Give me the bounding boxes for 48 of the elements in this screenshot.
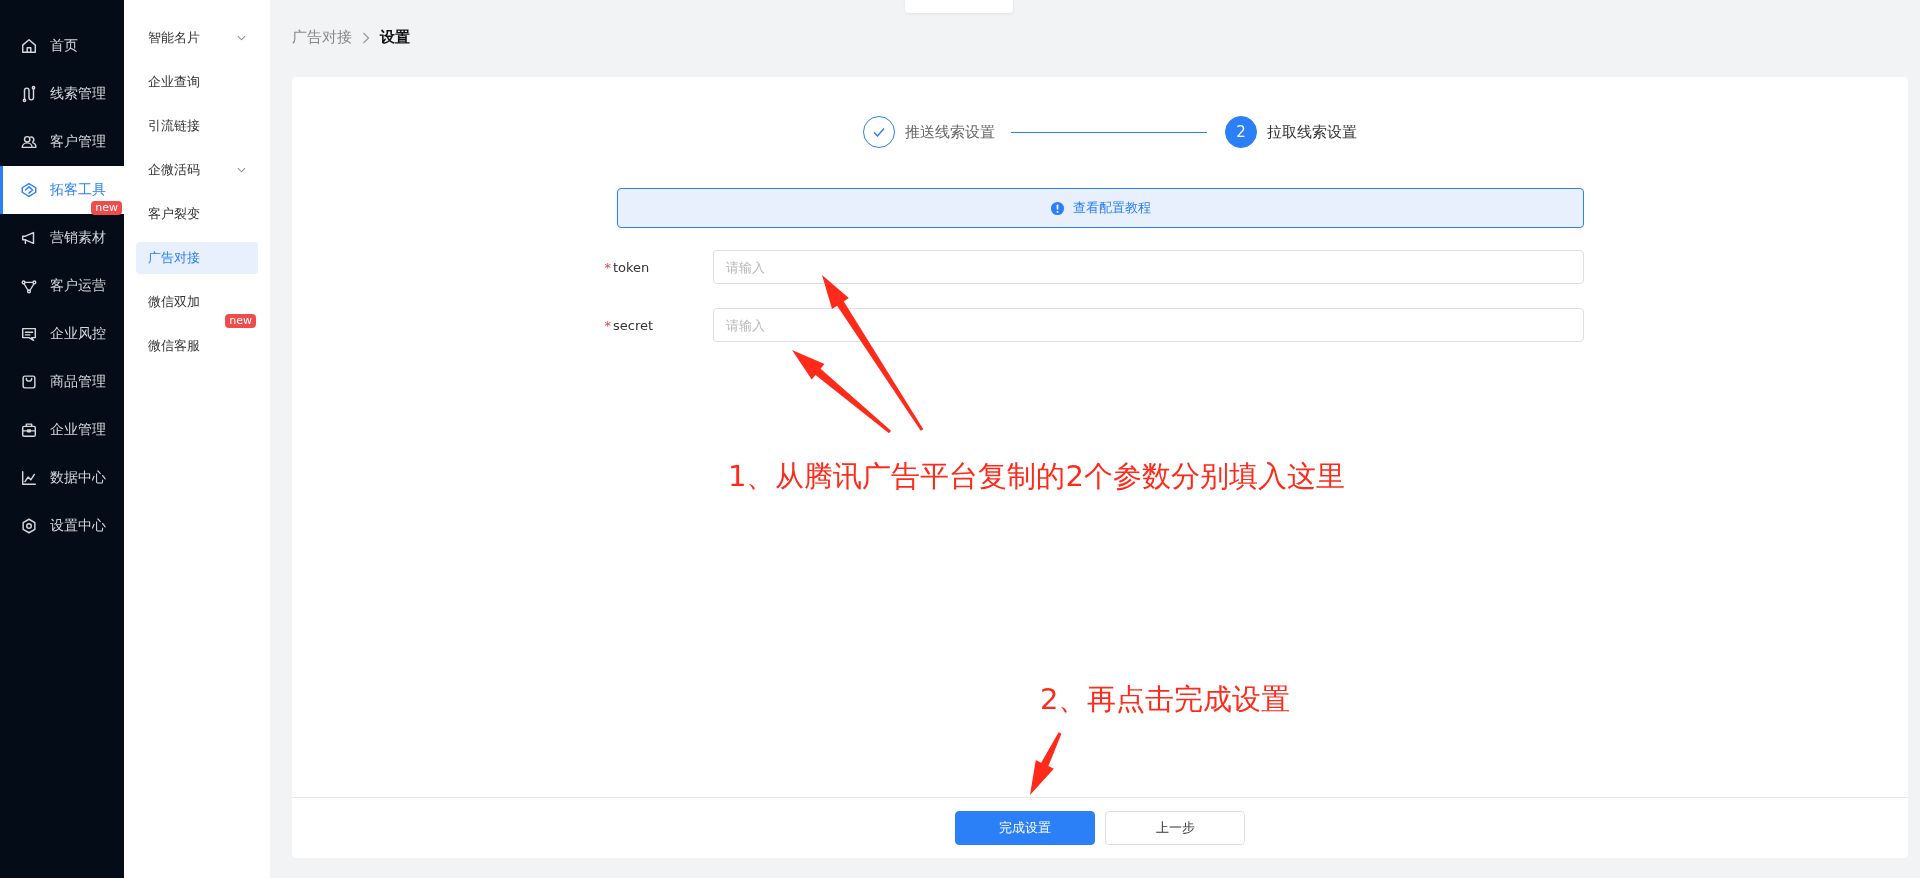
nodes-icon xyxy=(20,277,38,295)
settings-icon xyxy=(20,517,38,535)
step-label: 推送线索设置 xyxy=(905,122,995,142)
step-label: 拉取线索设置 xyxy=(1267,122,1357,142)
nav-item[interactable]: 设置中心 xyxy=(0,502,124,550)
step-indicator: 2 xyxy=(1225,116,1257,148)
field-label: secret xyxy=(613,317,654,333)
home-icon xyxy=(20,37,38,55)
annotation-text: 1、从腾讯广告平台复制的2个参数分别填入这里 xyxy=(728,458,1345,495)
chevron-down-icon xyxy=(237,35,246,41)
input-field[interactable]: 请输入 xyxy=(712,250,1584,284)
back-button[interactable]: 上一步 xyxy=(1105,811,1245,845)
route-icon xyxy=(20,85,38,103)
nav-item[interactable]: 数据中心 xyxy=(0,454,124,502)
annotation-arrow xyxy=(1030,732,1062,795)
nav-item[interactable]: 商品管理 xyxy=(0,358,124,406)
chevron-down-icon xyxy=(237,167,246,173)
nav-item[interactable]: 营销素材 xyxy=(0,214,124,262)
submenu-item[interactable]: 企业查询 xyxy=(136,66,258,98)
bag-icon xyxy=(20,373,38,391)
briefcase-icon xyxy=(20,421,38,439)
new-badge: new xyxy=(91,201,122,215)
field-label: token xyxy=(613,259,650,275)
nav-item[interactable]: 企业管理 xyxy=(0,406,124,454)
submenu-item[interactable]: 微信客服 xyxy=(136,330,258,362)
finish-button[interactable]: 完成设置 xyxy=(955,811,1095,845)
new-badge: new xyxy=(225,314,256,328)
nav-item[interactable]: 客户运营 xyxy=(0,262,124,310)
breadcrumb-item: 设置 xyxy=(380,28,410,47)
exclamation-icon xyxy=(1049,200,1065,216)
nav-item[interactable]: 首页 xyxy=(0,22,124,70)
submenu-item[interactable]: 引流链接 xyxy=(136,110,258,142)
nav-item[interactable]: 企业风控 xyxy=(0,310,124,358)
chevron-right-icon xyxy=(362,31,370,44)
nav-item[interactable]: 线索管理 xyxy=(0,70,124,118)
submenu-item[interactable]: 客户裂变 xyxy=(136,198,258,230)
submenu-item[interactable]: 企微活码 xyxy=(136,154,258,186)
message-icon xyxy=(20,325,38,343)
users-icon xyxy=(20,133,38,151)
required-asterisk: * xyxy=(604,317,611,333)
submenu-item[interactable]: 智能名片 xyxy=(136,22,258,54)
hexagon-icon xyxy=(20,181,38,199)
line-chart-icon xyxy=(20,469,38,487)
annotation-text: 2、再点击完成设置 xyxy=(1040,681,1291,718)
required-asterisk: * xyxy=(604,259,611,275)
tutorial-link[interactable]: 查看配置教程 xyxy=(616,188,1584,228)
nav-item[interactable]: 客户管理 xyxy=(0,118,124,166)
input-field[interactable]: 请输入 xyxy=(712,308,1584,342)
